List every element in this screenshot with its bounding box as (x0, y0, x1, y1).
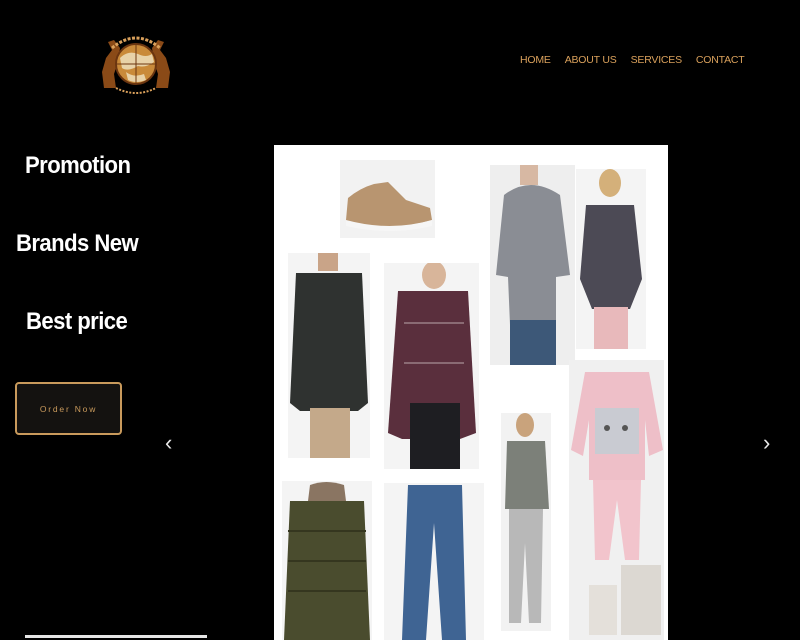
scroll-indicator (25, 635, 207, 638)
grey-pajama-photo (501, 413, 551, 631)
olive-puffer-jacket-photo (282, 481, 372, 640)
nav-services[interactable]: SERVICES (631, 54, 683, 66)
main-nav: HOME ABOUT US SERVICES CONTACT (520, 54, 745, 66)
pink-kids-pajama-photo (569, 360, 664, 640)
order-now-button[interactable]: Order Now (15, 382, 122, 435)
plaid-shirt-photo (384, 261, 479, 469)
nav-contact[interactable]: CONTACT (696, 54, 745, 66)
hero-line-brands-new: Brands New (16, 230, 139, 257)
sneaker-photo (340, 160, 435, 238)
brand-logo[interactable] (98, 28, 174, 96)
nav-home[interactable]: HOME (520, 54, 551, 66)
patterned-blouse-photo (576, 169, 646, 349)
grey-turtleneck-photo (490, 165, 575, 365)
black-zip-jacket-photo (288, 253, 370, 458)
hero-line-best-price: Best price (26, 308, 128, 335)
nav-about-us[interactable]: ABOUT US (565, 54, 617, 66)
product-collage-image (274, 145, 668, 640)
chevron-right-icon[interactable]: › (763, 430, 777, 456)
chevron-left-icon[interactable]: ‹ (165, 430, 179, 456)
hero-line-promotion: Promotion (25, 152, 131, 179)
jeans-photo (384, 483, 484, 640)
